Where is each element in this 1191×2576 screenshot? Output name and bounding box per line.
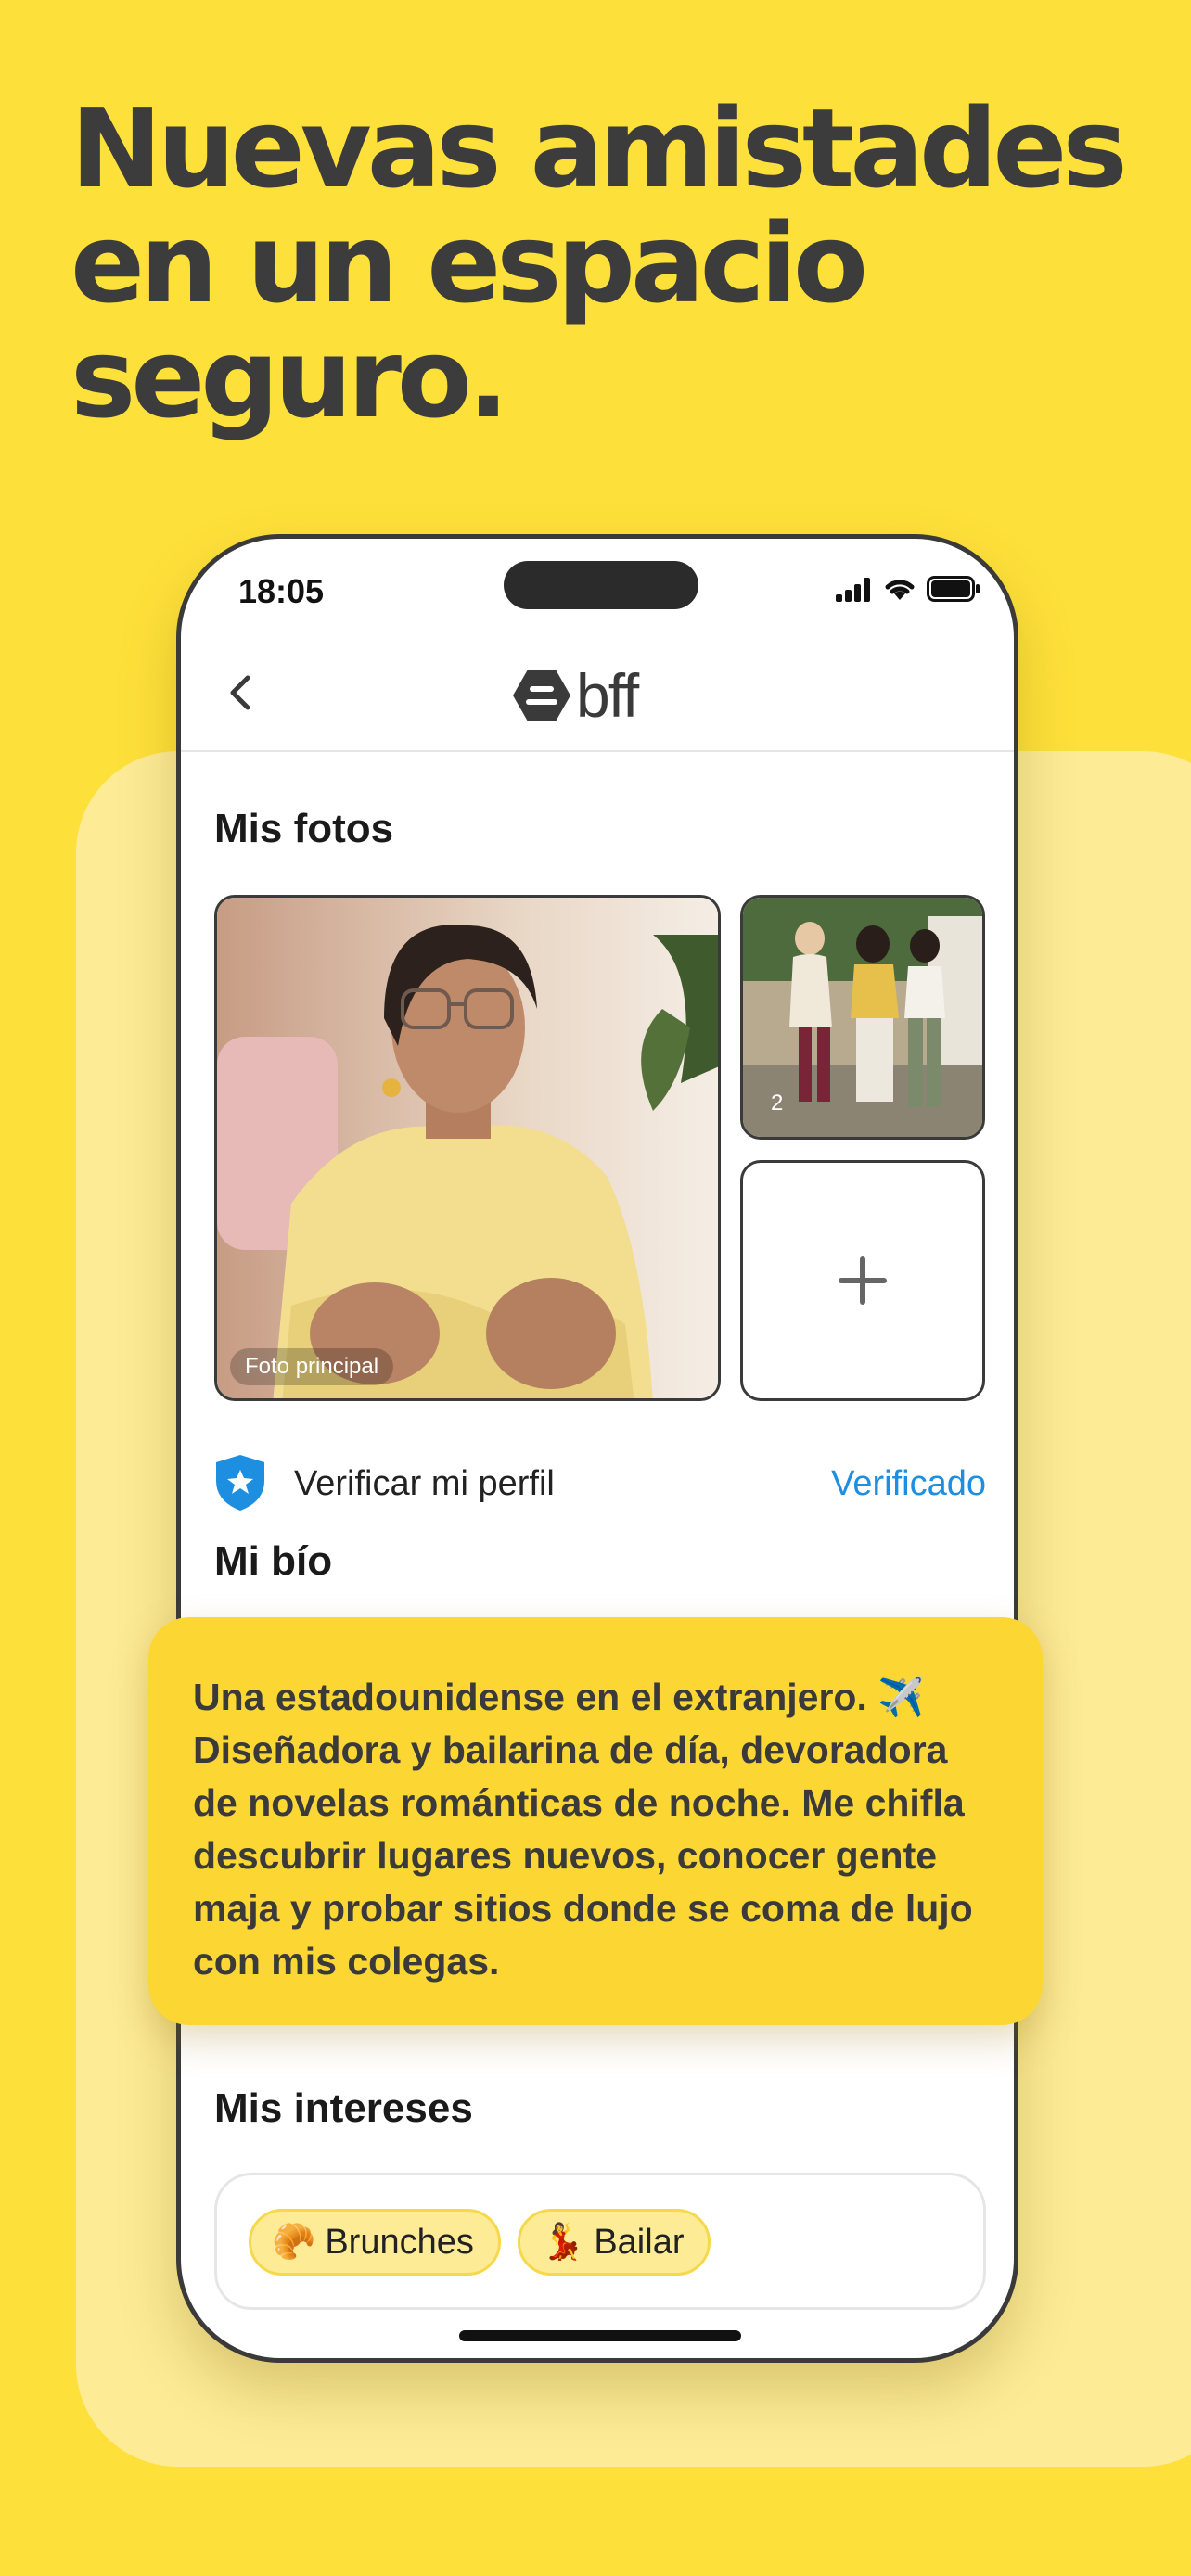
status-bar: 18:05 <box>181 539 1014 641</box>
interests-box: 🥐 Brunches 💃 Bailar <box>214 2173 986 2310</box>
bio-text: Una estadounidense en el extranjero. ✈️ … <box>193 1676 973 1983</box>
interests-title: Mis intereses <box>214 2085 473 2131</box>
wifi-icon <box>885 580 915 600</box>
main-photo[interactable]: Foto principal <box>214 895 721 1401</box>
second-photo[interactable]: 2 <box>740 895 985 1140</box>
verify-profile-row[interactable]: Verificar mi perfil Verificado <box>214 1453 986 1514</box>
main-photo-image <box>217 898 718 1398</box>
signal-icon <box>836 578 870 602</box>
bio-card: Una estadounidense en el extranjero. ✈️ … <box>148 1617 1043 2025</box>
verify-profile-label: Verificar mi perfil <box>294 1464 555 1503</box>
interest-chip-bailar[interactable]: 💃 Bailar <box>518 2209 711 2276</box>
verified-shield-icon <box>216 1455 264 1511</box>
bff-logo: bff <box>511 661 639 730</box>
dynamic-island <box>504 561 698 609</box>
battery-icon <box>927 576 980 602</box>
interest-label: Bailar <box>594 2222 685 2262</box>
dancer-icon: 💃 <box>541 2223 585 2262</box>
logo-text: bff <box>576 661 639 730</box>
status-icons <box>836 576 980 602</box>
plus-icon <box>839 1256 887 1305</box>
phone-frame: 18:05 bff Mis fotos Foto principal 2 Ver… <box>176 534 1018 2363</box>
photos-title: Mis fotos <box>214 806 394 851</box>
status-time: 18:05 <box>238 572 325 610</box>
croissant-icon: 🥐 <box>272 2223 316 2262</box>
main-photo-label: Foto principal <box>230 1348 394 1385</box>
second-photo-index: 2 <box>771 1090 784 1116</box>
verify-status[interactable]: Verificado <box>831 1464 986 1504</box>
bio-title: Mi bío <box>214 1538 333 1584</box>
back-icon[interactable] <box>222 672 263 713</box>
interest-chip-brunches[interactable]: 🥐 Brunches <box>249 2209 501 2276</box>
interest-label: Brunches <box>325 2222 474 2262</box>
navigation-bar: bff <box>181 641 1014 752</box>
home-indicator <box>459 2330 741 2341</box>
add-photo-button[interactable] <box>740 1160 985 1401</box>
headline: Nuevas amistades en un espacio seguro. <box>70 84 1128 442</box>
hive-logo-icon <box>513 670 570 721</box>
